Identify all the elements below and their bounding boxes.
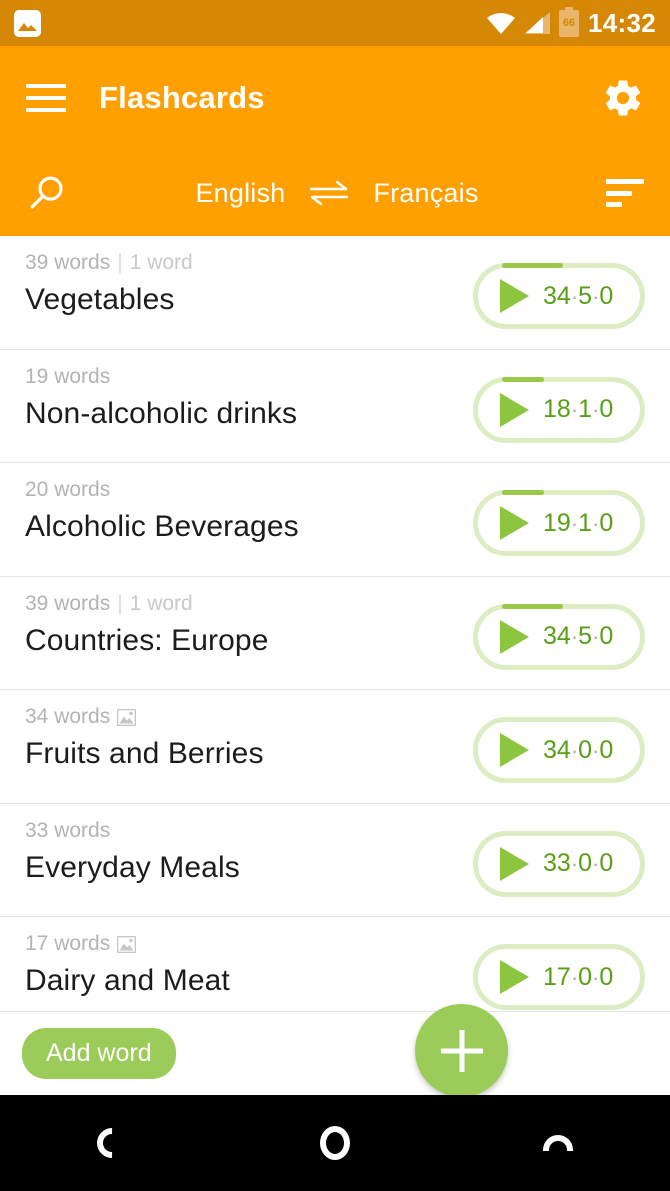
deck-new-word-count: 1 word bbox=[129, 591, 193, 615]
deck-learning-count: 0 bbox=[578, 735, 593, 764]
add-word-button[interactable]: Add word bbox=[22, 1028, 176, 1079]
deck-learning-count: 5 bbox=[578, 281, 593, 310]
sort-icon[interactable] bbox=[606, 179, 644, 207]
deck-learning-count: 0 bbox=[578, 962, 593, 991]
deck-word-count: 17 words bbox=[25, 932, 111, 955]
battery-level: 66 bbox=[562, 16, 576, 29]
deck-counts: 19·1·0 bbox=[543, 509, 613, 538]
play-icon[interactable] bbox=[500, 846, 529, 881]
status-bar: 66 14:32 bbox=[0, 0, 670, 46]
deck-progress-bar bbox=[502, 603, 564, 609]
image-icon bbox=[116, 708, 137, 726]
play-icon[interactable] bbox=[500, 506, 529, 540]
deck-learned-count: 34 bbox=[543, 735, 571, 764]
bottom-action-bar: Add word bbox=[0, 1011, 670, 1095]
back-icon[interactable] bbox=[72, 1113, 152, 1173]
deck-unknown-count: 0 bbox=[599, 962, 614, 991]
recents-icon[interactable] bbox=[518, 1113, 598, 1173]
language-pair-selector[interactable]: English Français bbox=[68, 178, 606, 209]
deck-play-badge[interactable]: 19·1·0 bbox=[473, 490, 645, 556]
deck-learned-count: 18 bbox=[543, 395, 571, 423]
deck-play-badge[interactable]: 34·0·0 bbox=[473, 717, 645, 783]
deck-list: 39 words | 1 word Vegetables 34·5·0 19 words N… bbox=[0, 236, 670, 1031]
clock: 14:32 bbox=[588, 8, 656, 38]
deck-progress-bar bbox=[502, 376, 545, 382]
deck-word-count: 34 words bbox=[25, 705, 111, 728]
deck-counts: 34·5·0 bbox=[543, 282, 613, 311]
deck-play-badge[interactable]: 34·5·0 bbox=[473, 603, 645, 670]
deck-play-badge[interactable]: 33·0·0 bbox=[473, 830, 645, 897]
deck-unknown-count: 0 bbox=[599, 395, 614, 423]
deck-counts: 17·0·0 bbox=[543, 963, 613, 992]
deck-progress-bar bbox=[502, 490, 545, 495]
deck-unknown-count: 0 bbox=[599, 508, 614, 537]
play-icon[interactable] bbox=[500, 619, 529, 654]
deck-unknown-count: 0 bbox=[599, 735, 614, 764]
deck-row[interactable]: 20 words Alcoholic Beverages 19·1·0 bbox=[0, 463, 670, 577]
play-icon[interactable] bbox=[500, 392, 529, 427]
deck-counts: 34·0·0 bbox=[543, 736, 613, 765]
play-icon[interactable] bbox=[500, 733, 529, 767]
deck-word-count: 33 words bbox=[25, 818, 111, 842]
app-bar-top-row: Flashcards bbox=[0, 46, 670, 150]
photo-icon bbox=[14, 9, 41, 37]
deck-progress-bar bbox=[502, 263, 564, 268]
app-bar-sub-row: English Français bbox=[0, 150, 670, 236]
photo-icon-glyph bbox=[18, 22, 37, 31]
deck-row[interactable]: 39 words | 1 word Countries: Europe 34·5·0 bbox=[0, 576, 670, 690]
hamburger-menu-icon[interactable] bbox=[26, 84, 66, 112]
battery-icon: 66 bbox=[559, 6, 579, 37]
swap-arrows-icon[interactable] bbox=[307, 178, 351, 208]
deck-learned-count: 34 bbox=[543, 622, 571, 650]
deck-row[interactable]: 33 words Everyday Meals 33·0·0 bbox=[0, 803, 670, 917]
play-icon[interactable] bbox=[500, 279, 529, 313]
deck-unknown-count: 0 bbox=[599, 849, 614, 877]
deck-learning-count: 1 bbox=[578, 395, 593, 423]
deck-play-badge[interactable]: 34·5·0 bbox=[473, 263, 645, 329]
search-icon[interactable] bbox=[26, 172, 68, 214]
status-bar-right: 66 14:32 bbox=[487, 6, 656, 38]
deck-counts: 34·5·0 bbox=[543, 622, 613, 651]
deck-new-word-count: 1 word bbox=[129, 251, 193, 274]
deck-unknown-count: 0 bbox=[599, 622, 614, 650]
deck-unknown-count: 0 bbox=[599, 281, 614, 310]
deck-learned-count: 19 bbox=[543, 508, 571, 537]
deck-learned-count: 34 bbox=[543, 281, 571, 310]
deck-learning-count: 0 bbox=[578, 849, 593, 877]
android-nav-bar bbox=[0, 1095, 670, 1191]
deck-learning-count: 5 bbox=[578, 622, 593, 650]
add-fab-button[interactable] bbox=[415, 1004, 508, 1097]
deck-counts: 33·0·0 bbox=[543, 849, 613, 878]
deck-word-count: 39 words bbox=[25, 251, 111, 274]
cellular-signal-icon bbox=[524, 12, 550, 34]
deck-row[interactable]: 34 words Fruits and Berries 34·0·0 bbox=[0, 690, 670, 804]
deck-word-count: 20 words bbox=[25, 478, 111, 501]
deck-counts: 18·1·0 bbox=[543, 395, 613, 424]
deck-word-count: 39 words bbox=[25, 591, 111, 615]
deck-learned-count: 33 bbox=[543, 849, 571, 877]
deck-play-badge[interactable]: 18·1·0 bbox=[473, 376, 645, 443]
status-bar-left bbox=[14, 9, 41, 37]
home-icon[interactable] bbox=[295, 1113, 375, 1173]
deck-learned-count: 17 bbox=[543, 962, 571, 991]
image-icon bbox=[116, 935, 137, 953]
target-language[interactable]: Français bbox=[373, 178, 478, 209]
deck-word-count: 19 words bbox=[25, 364, 111, 388]
deck-meta-separator: | bbox=[117, 591, 123, 615]
app-bar: Flashcards English Français bbox=[0, 46, 670, 236]
deck-row[interactable]: 39 words | 1 word Vegetables 34·5·0 bbox=[0, 236, 670, 350]
gear-icon[interactable] bbox=[602, 77, 644, 119]
deck-row[interactable]: 19 words Non-alcoholic drinks 18·1·0 bbox=[0, 349, 670, 463]
deck-play-badge[interactable]: 17·0·0 bbox=[473, 944, 645, 1010]
play-icon[interactable] bbox=[500, 960, 529, 994]
deck-meta-separator: | bbox=[117, 251, 123, 274]
source-language[interactable]: English bbox=[195, 178, 285, 209]
page-title: Flashcards bbox=[99, 80, 265, 115]
deck-learning-count: 1 bbox=[578, 508, 593, 537]
wifi-icon bbox=[487, 12, 515, 34]
app-root: 66 14:32 Flashcards English Français 39 … bbox=[0, 0, 670, 1191]
